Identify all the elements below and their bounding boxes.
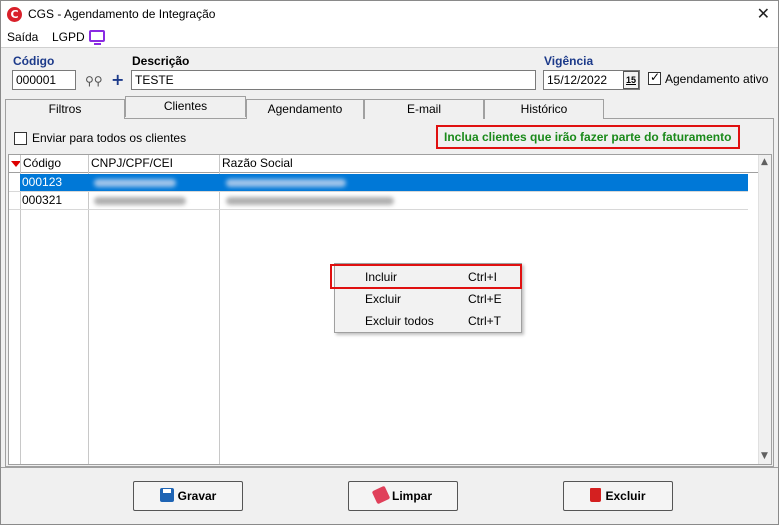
main-window: C CGS - Agendamento de Integração ✕ Saíd… bbox=[0, 0, 779, 525]
menu-divider bbox=[1, 47, 778, 48]
gravar-label: Gravar bbox=[177, 489, 217, 503]
tab-clientes-label: Clientes bbox=[163, 99, 208, 113]
col-cnpj[interactable]: CNPJ/CPF/CEI bbox=[88, 155, 173, 173]
agendamento-ativo-checkbox[interactable] bbox=[648, 70, 661, 85]
tab-strip: Filtros Clientes Agendamento E-mail Hist… bbox=[5, 96, 774, 119]
tab-agendamento-label: Agendamento bbox=[267, 102, 343, 116]
title-bar: C CGS - Agendamento de Integração ✕ bbox=[1, 1, 778, 27]
monitor-icon[interactable] bbox=[89, 30, 105, 45]
vertical-scrollbar[interactable]: ▲ ▼ bbox=[758, 155, 771, 464]
redacted-cnpj bbox=[94, 197, 186, 205]
row-codigo: 000321 bbox=[22, 193, 63, 207]
context-item-incluir[interactable]: Incluir Ctrl+I bbox=[335, 266, 521, 288]
table-row[interactable]: 000123 bbox=[20, 174, 748, 191]
hint-message: Inclua clientes que irão fazer parte do … bbox=[436, 125, 740, 149]
context-item-shortcut: Ctrl+E bbox=[468, 292, 502, 306]
table-row[interactable]: 000321 bbox=[20, 192, 748, 209]
enviar-todos-checkbox[interactable] bbox=[14, 132, 27, 145]
window-title: CGS - Agendamento de Integração bbox=[28, 7, 216, 21]
excluir-label: Excluir bbox=[605, 489, 646, 503]
redacted-razao-social bbox=[226, 197, 394, 205]
context-item-label: Excluir bbox=[365, 292, 402, 306]
tab-filtros[interactable]: Filtros bbox=[5, 99, 125, 119]
cgs-logo-icon: C bbox=[7, 7, 22, 22]
tab-agendamento[interactable]: Agendamento bbox=[246, 99, 364, 119]
add-icon[interactable]: + bbox=[111, 70, 124, 89]
menu-saida[interactable]: Saída bbox=[7, 30, 38, 44]
codigo-label: Código bbox=[13, 54, 55, 68]
binoculars-icon[interactable]: ⚲⚲ bbox=[85, 74, 103, 88]
descricao-label: Descrição bbox=[132, 54, 190, 68]
scroll-up-icon[interactable]: ▲ bbox=[761, 157, 768, 167]
tab-historico[interactable]: Histórico bbox=[484, 99, 604, 119]
tab-historico-label: Histórico bbox=[520, 102, 568, 116]
menu-bar: Saída LGPD bbox=[1, 27, 778, 47]
vigencia-label: Vigência bbox=[544, 54, 594, 68]
col-codigo[interactable]: Código bbox=[20, 155, 61, 173]
context-item-label: Incluir bbox=[365, 270, 398, 284]
eraser-icon bbox=[371, 485, 391, 505]
excluir-button[interactable]: Excluir bbox=[563, 481, 673, 511]
limpar-button[interactable]: Limpar bbox=[348, 481, 458, 511]
footer-divider bbox=[1, 467, 778, 468]
save-icon bbox=[159, 488, 174, 502]
redacted-razao-social bbox=[226, 179, 346, 187]
agendamento-ativo-label: Agendamento ativo bbox=[665, 72, 769, 86]
tab-filtros-label: Filtros bbox=[48, 102, 82, 116]
limpar-label: Limpar bbox=[391, 489, 432, 503]
enviar-todos-label: Enviar para todos os clientes bbox=[32, 131, 187, 145]
gravar-button[interactable]: Gravar bbox=[133, 481, 243, 511]
redacted-cnpj bbox=[94, 179, 176, 187]
scroll-down-icon[interactable]: ▼ bbox=[761, 451, 768, 461]
context-item-shortcut: Ctrl+I bbox=[468, 270, 498, 284]
close-icon[interactable]: ✕ bbox=[757, 4, 770, 23]
calendar-icon[interactable]: 15 bbox=[623, 71, 639, 89]
col-razao-social[interactable]: Razão Social bbox=[219, 155, 293, 173]
context-item-excluir[interactable]: Excluir Ctrl+E bbox=[335, 288, 521, 310]
grid-header: Código CNPJ/CPF/CEI Razão Social bbox=[9, 155, 759, 173]
tab-email-label: E-mail bbox=[406, 102, 441, 116]
row-divider bbox=[9, 209, 748, 210]
descricao-input[interactable]: TESTE bbox=[131, 70, 536, 90]
context-item-shortcut: Ctrl+T bbox=[468, 314, 501, 328]
context-menu: Incluir Ctrl+I Excluir Ctrl+E Excluir to… bbox=[334, 263, 522, 333]
context-item-excluir-todos[interactable]: Excluir todos Ctrl+T bbox=[335, 310, 521, 332]
context-item-label: Excluir todos bbox=[365, 314, 434, 328]
tab-email[interactable]: E-mail bbox=[364, 99, 484, 119]
menu-lgpd[interactable]: LGPD bbox=[52, 30, 85, 44]
codigo-input[interactable]: 000001 bbox=[12, 70, 76, 90]
trash-icon bbox=[590, 488, 602, 502]
tab-clientes[interactable]: Clientes bbox=[125, 96, 246, 117]
row-codigo: 000123 bbox=[22, 175, 63, 189]
